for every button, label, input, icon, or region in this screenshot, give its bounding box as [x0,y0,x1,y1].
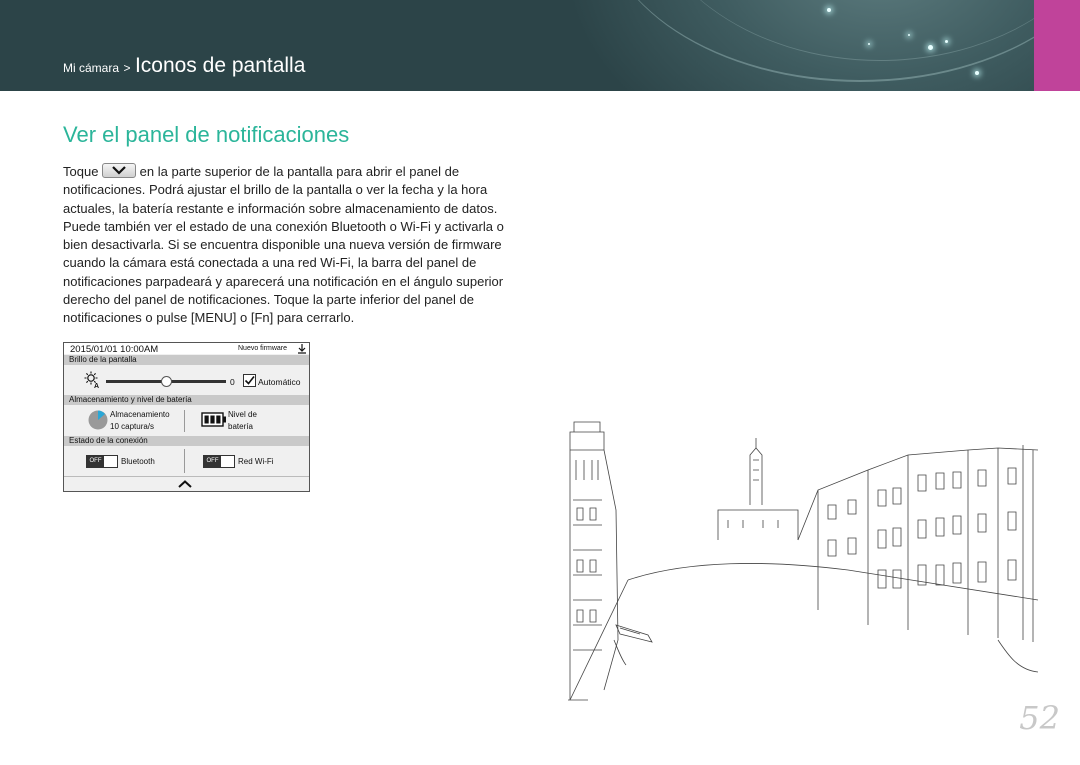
city-canal-illustration [568,421,1038,701]
auto-brightness-checkbox[interactable] [243,374,256,387]
toggle-state: OFF [204,456,221,467]
battery-label: Nivel de [228,410,257,419]
paragraph-line: notificaciones parpadeará y aparecerá un… [63,273,504,289]
storage-label: Almacenamiento [110,410,170,419]
paragraph-line: Puede también ver el estado de una conex… [63,218,504,234]
open-panel-button-icon [102,163,137,178]
breadcrumb: Mi cámara > Iconos de pantalla [63,54,305,78]
wifi-label: Red Wi-Fi [238,457,274,466]
panel-top-bar: 2015/01/01 10:00AM Nuevo firmware [64,343,309,355]
divider [184,449,185,473]
sparkle-icon [868,43,870,45]
brightness-icon: A [84,371,99,389]
sparkle-icon [827,8,831,12]
divider [64,476,309,477]
auto-brightness-label: Automático [258,377,301,387]
brightness-slider-knob[interactable] [161,376,172,387]
paragraph-text: en la parte superior de la pantalla para… [139,164,460,179]
page-number: 52 [1019,699,1060,737]
close-panel-chevron-icon[interactable] [178,480,192,488]
breadcrumb-current: Iconos de pantalla [134,54,306,77]
paragraph-line: actuales, la batería restante e informac… [63,200,498,216]
breadcrumb-parent[interactable]: Mi cámara [63,61,119,75]
brightness-section-header: Brillo de la pantalla [64,355,309,365]
section-title: Ver el panel de notificaciones [63,122,350,147]
paragraph-line: Toque en la parte superior de la pantall… [63,163,523,181]
paragraph-line: notificaciones. Podrá ajustar el brillo … [63,182,488,198]
sparkle-icon [945,40,948,43]
sparkle-icon [928,45,933,50]
battery-icon [201,412,226,427]
storage-pie-icon [88,410,108,430]
page-header: Mi cámara > Iconos de pantalla [0,0,1080,91]
sparkle-icon [975,71,979,75]
chapter-tab [1034,0,1080,91]
toggle-state: OFF [87,456,104,467]
bluetooth-toggle[interactable]: OFF [86,455,118,468]
sparkle-icon [908,34,910,36]
storage-section-header: Almacenamiento y nivel de batería [64,395,309,405]
storage-rate: 10 captura/s [110,422,155,431]
brightness-slider[interactable] [106,376,226,387]
body-paragraph: Toque en la parte superior de la pantall… [63,163,523,328]
panel-datetime: 2015/01/01 10:00AM [70,344,159,355]
paragraph-line: derecho del panel de notificaciones. Toq… [63,292,474,308]
checkmark-icon [244,376,255,385]
paragraph-text: Toque [63,164,99,179]
connection-section-header: Estado de la conexión [64,436,309,446]
bluetooth-label: Bluetooth [121,457,155,466]
notification-panel: 2015/01/01 10:00AM Nuevo firmware Brillo… [63,342,310,492]
firmware-notice[interactable]: Nuevo firmware [238,345,287,352]
download-icon [298,344,306,354]
paragraph-line: bien desactivarla. Si se encuentra dispo… [63,237,502,253]
wifi-toggle[interactable]: OFF [203,455,235,468]
paragraph-line: cuando la cámara está conectada a una re… [63,255,477,271]
paragraph-line: notificaciones o pulse [MENU] o [Fn] par… [63,310,355,326]
breadcrumb-separator: > [123,61,131,75]
divider [184,410,185,432]
svg-text:A: A [94,383,99,389]
brightness-value: 0 [230,377,235,387]
battery-label: batería [228,422,253,431]
